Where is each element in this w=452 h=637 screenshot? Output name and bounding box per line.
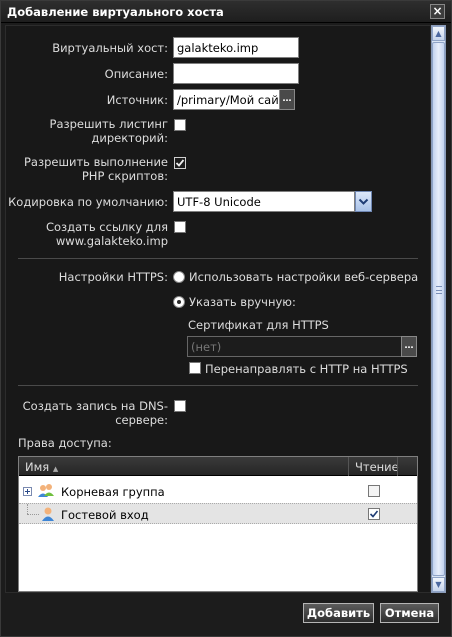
sort-ascending-icon: ▲: [52, 465, 59, 473]
add-button[interactable]: Добавить: [303, 603, 374, 623]
separator: [18, 385, 418, 386]
column-read[interactable]: Чтение: [355, 460, 399, 474]
description-input[interactable]: [173, 63, 299, 84]
php-label-1: Разрешить выполнение: [23, 155, 168, 169]
dialog-titlebar[interactable]: Добавление виртуального хоста ×: [1, 1, 451, 23]
cancel-button[interactable]: Отмена: [380, 603, 439, 623]
encoding-select[interactable]: UTF-8 Unicode: [173, 191, 355, 212]
redirect-https-label[interactable]: Перенаправлять с HTTP на HTTPS: [205, 362, 408, 376]
dns-label-2: сервере:: [115, 413, 168, 427]
add-virtual-host-dialog: Добавление виртуального хоста × Виртуаль…: [0, 0, 452, 637]
chevron-down-icon[interactable]: [355, 191, 372, 212]
user-group-icon: [38, 484, 54, 497]
https-manual-radio[interactable]: [173, 296, 185, 308]
tree-line: [27, 514, 39, 515]
column-name-label: Имя: [25, 460, 50, 474]
link-label-1: Создать ссылку для: [45, 220, 168, 234]
scrollbar[interactable]: ▲ ▼: [431, 25, 446, 593]
row-read-checkbox[interactable]: [368, 485, 380, 497]
tree-line: [27, 504, 28, 514]
plus-icon[interactable]: [23, 487, 32, 496]
php-label-2: PHP скриптов:: [81, 169, 168, 183]
cert-ellipsis-icon[interactable]: …: [401, 336, 417, 357]
user-icon: [42, 507, 54, 521]
link-label-2: www.galakteko.imp: [55, 234, 168, 248]
column-separator: [348, 457, 349, 476]
dir-listing-checkbox[interactable]: [174, 119, 186, 131]
dir-listing-label-2: директорий:: [91, 131, 168, 145]
vhost-label: Виртуальный хост:: [52, 41, 168, 55]
https-server-settings-radio[interactable]: [173, 271, 185, 283]
php-checkbox[interactable]: [174, 157, 186, 169]
dialog-title: Добавление виртуального хоста: [7, 5, 224, 19]
access-label: Права доступа:: [18, 436, 112, 450]
scrollbar-thumb[interactable]: [432, 42, 445, 576]
row-name: Гостевой вход: [61, 508, 149, 522]
encoding-label: Кодировка по умолчанию:: [8, 195, 168, 209]
grid-header: Имя ▲ Чтение: [19, 457, 417, 476]
close-icon[interactable]: ×: [430, 4, 445, 19]
https-manual-label[interactable]: Указать вручную:: [189, 295, 296, 309]
column-name[interactable]: Имя ▲: [25, 460, 58, 474]
access-grid: Имя ▲ Чтение Корневая группа Гостевой вх…: [18, 456, 418, 592]
vhost-input[interactable]: galakteko.imp: [173, 37, 299, 58]
description-label: Описание:: [104, 67, 168, 81]
redirect-https-checkbox[interactable]: [189, 362, 201, 374]
dir-listing-label-1: Разрешить листинг: [49, 117, 168, 131]
source-label: Источник:: [106, 93, 168, 107]
column-separator: [397, 457, 398, 476]
ellipsis-icon[interactable]: …: [279, 89, 295, 110]
cert-input[interactable]: (нет): [187, 336, 402, 357]
source-input[interactable]: /primary/Мой сайт: [173, 89, 281, 110]
https-server-settings-label[interactable]: Использовать настройки веб-сервера: [189, 270, 418, 284]
scroll-down-icon[interactable]: ▼: [432, 577, 445, 592]
dns-checkbox[interactable]: [174, 400, 186, 412]
cert-label: Сертификат для HTTPS: [188, 318, 329, 332]
create-link-checkbox[interactable]: [174, 221, 186, 233]
https-label: Настройки HTTPS:: [58, 270, 168, 284]
separator: [18, 258, 418, 259]
scroll-up-icon[interactable]: ▲: [432, 26, 445, 41]
row-name: Корневая группа: [61, 485, 165, 499]
grip-icon: [436, 286, 442, 294]
checkmark-icon: [369, 510, 379, 518]
checkmark-icon: [175, 159, 185, 167]
table-row[interactable]: Гостевой вход: [19, 503, 417, 524]
row-read-checkbox[interactable]: [368, 508, 380, 520]
dns-label-1: Создать запись на DNS-: [22, 399, 168, 413]
table-row[interactable]: Корневая группа: [19, 481, 417, 502]
